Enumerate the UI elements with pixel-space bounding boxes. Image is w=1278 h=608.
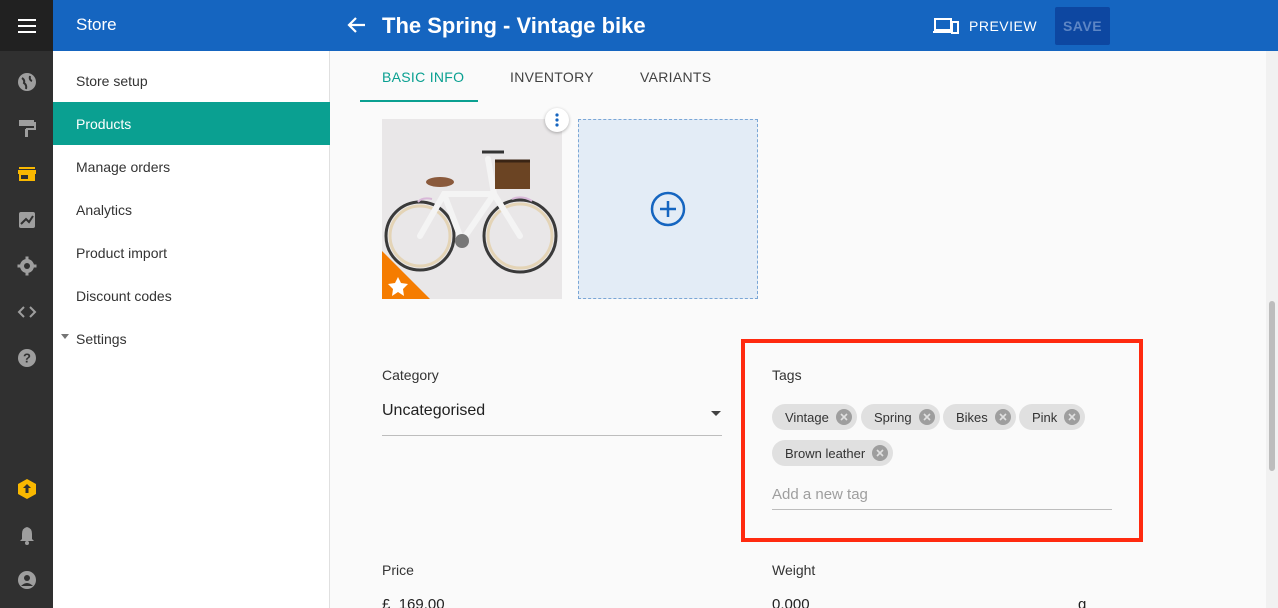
- arrow-left-icon: [347, 17, 365, 33]
- sidebar-item-discount-codes[interactable]: Discount codes: [53, 274, 330, 317]
- remove-tag-icon[interactable]: [1064, 409, 1081, 425]
- app-rail: ?: [0, 0, 53, 608]
- store-icon[interactable]: [15, 162, 39, 186]
- tab-variants[interactable]: VARIANTS: [640, 69, 711, 85]
- price-field[interactable]: £ 169.00: [382, 596, 445, 608]
- tag-chip-label: Brown leather: [785, 445, 866, 461]
- sidebar-item-manage-orders[interactable]: Manage orders: [53, 145, 330, 188]
- add-circle-icon: [650, 191, 686, 227]
- globe-icon[interactable]: [15, 70, 39, 94]
- remove-tag-icon[interactable]: [918, 409, 935, 425]
- category-underline: [382, 435, 722, 436]
- remove-tag-icon[interactable]: [994, 409, 1011, 425]
- gear-icon[interactable]: [15, 254, 39, 278]
- weight-label: Weight: [772, 562, 816, 578]
- tab-basic-info[interactable]: BASIC INFO: [382, 69, 464, 85]
- remove-tag-icon[interactable]: [835, 409, 852, 425]
- weight-field[interactable]: 0.000: [772, 596, 810, 608]
- tag-chip: Pink: [1019, 404, 1086, 430]
- tag-chip-label: Spring: [874, 409, 912, 425]
- tag-chip: Spring: [861, 404, 940, 430]
- caret-down-icon: [61, 334, 69, 339]
- new-tag-input[interactable]: [772, 480, 1112, 510]
- photo-menu-button[interactable]: [545, 108, 569, 132]
- chart-icon[interactable]: [15, 208, 39, 232]
- save-button[interactable]: SAVE: [1055, 7, 1110, 45]
- tag-chip-label: Pink: [1032, 409, 1058, 425]
- preview-label: PREVIEW: [969, 18, 1038, 34]
- tab-inventory[interactable]: INVENTORY: [510, 69, 594, 85]
- scrollbar-thumb[interactable]: [1269, 301, 1275, 471]
- upgrade-icon[interactable]: [15, 477, 39, 501]
- sidebar-item-settings[interactable]: Settings: [53, 317, 330, 360]
- menu-button[interactable]: [0, 0, 53, 51]
- category-select[interactable]: Uncategorised: [382, 402, 485, 420]
- bell-icon[interactable]: [15, 523, 39, 547]
- tag-chip-label: Bikes: [956, 409, 988, 425]
- tab-indicator: [360, 100, 478, 102]
- back-button[interactable]: [345, 13, 369, 37]
- bike-image: [382, 119, 562, 299]
- top-bar: Store The Spring - Vintage bike PREVIEW …: [53, 0, 1278, 51]
- store-title: Store: [76, 15, 117, 34]
- sidebar-item-product-import[interactable]: Product import: [53, 231, 330, 274]
- remove-tag-icon[interactable]: [872, 445, 889, 461]
- sidebar-item-products[interactable]: Products: [53, 102, 330, 145]
- svg-text:?: ?: [23, 351, 31, 366]
- tag-chip: Brown leather: [772, 440, 894, 466]
- sidebar-item-store-setup[interactable]: Store setup: [53, 59, 330, 102]
- paint-roller-icon[interactable]: [15, 116, 39, 140]
- account-icon[interactable]: [15, 568, 39, 592]
- more-vert-icon: [555, 113, 559, 127]
- add-photo-button[interactable]: [578, 119, 758, 299]
- devices-icon: [933, 18, 959, 34]
- preview-button[interactable]: PREVIEW: [933, 14, 1037, 38]
- weight-unit: g: [1078, 596, 1087, 608]
- menu-icon: [17, 18, 36, 33]
- tag-chip: Bikes: [943, 404, 1016, 430]
- category-label: Category: [382, 367, 439, 383]
- dropdown-arrow-icon[interactable]: [711, 411, 721, 416]
- sidebar: Store setup Products Manage orders Analy…: [53, 51, 330, 608]
- help-icon[interactable]: ?: [15, 346, 39, 370]
- tags-label: Tags: [772, 367, 802, 383]
- code-icon[interactable]: [15, 300, 39, 324]
- tag-chip: Vintage: [772, 404, 857, 430]
- product-photo[interactable]: [382, 119, 562, 299]
- price-label: Price: [382, 562, 414, 578]
- sidebar-item-analytics[interactable]: Analytics: [53, 188, 330, 231]
- tag-chip-label: Vintage: [785, 409, 829, 425]
- page-title: The Spring - Vintage bike: [382, 13, 646, 38]
- sidebar-item-label: Settings: [76, 330, 127, 347]
- price-value: 169.00: [398, 596, 445, 608]
- price-currency: £: [382, 596, 391, 608]
- scrollbar[interactable]: [1266, 51, 1278, 608]
- main-content: BASIC INFO INVENTORY VARIANTS Category U…: [331, 51, 1265, 608]
